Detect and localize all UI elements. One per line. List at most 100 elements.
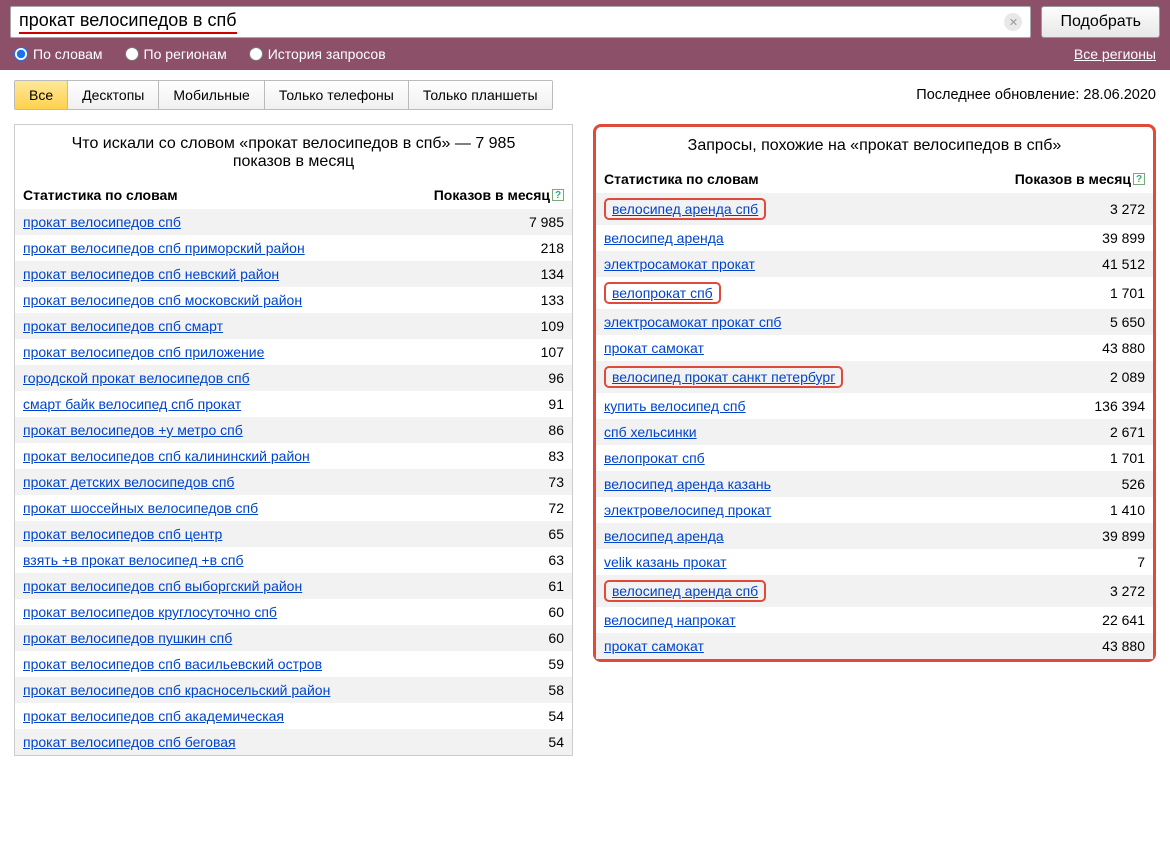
impressions-count: 83	[548, 448, 564, 464]
table-row: прокат велосипедов спб смарт109	[15, 313, 572, 339]
keyword-link[interactable]: велопрокат спб	[604, 450, 705, 466]
table-row: велосипед аренда 39 899	[596, 225, 1153, 251]
radio-label: По регионам	[144, 46, 227, 62]
keyword-link[interactable]: электросамокат прокат	[604, 256, 755, 272]
impressions-count: 3 272	[1110, 583, 1145, 599]
th-stats: Статистика по словам	[604, 171, 1015, 187]
impressions-count: 3 272	[1110, 201, 1145, 217]
radio-by-regions[interactable]: По регионам	[125, 46, 227, 62]
table-row: velik казань прокат 7	[596, 549, 1153, 575]
tab-mobile[interactable]: Мобильные	[159, 81, 265, 109]
keyword-link[interactable]: прокат велосипедов спб калининский район	[23, 448, 310, 464]
impressions-count: 65	[548, 526, 564, 542]
impressions-count: 1 701	[1110, 285, 1145, 301]
keyword-link[interactable]: прокат велосипедов спб приложение	[23, 344, 264, 360]
impressions-count: 7	[1137, 554, 1145, 570]
keyword-link[interactable]: прокат велосипедов круглосуточно спб	[23, 604, 277, 620]
radio-history[interactable]: История запросов	[249, 46, 386, 62]
table-row: прокат самокат43 880	[596, 335, 1153, 361]
table-row: велосипед прокат санкт петербург2 089	[596, 361, 1153, 393]
panel-title: Запросы, похожие на «прокат велосипедов …	[596, 127, 1153, 167]
keyword-link[interactable]: смарт байк велосипед спб прокат	[23, 396, 241, 412]
keyword-link[interactable]: прокат шоссейных велосипедов спб	[23, 500, 258, 516]
search-input-wrap[interactable]: прокат велосипедов в спб ✕	[10, 6, 1031, 38]
impressions-count: 72	[548, 500, 564, 516]
table-row: прокат велосипедов спб приложение107	[15, 339, 572, 365]
panel-title: Что искали со словом «прокат велосипедов…	[15, 125, 572, 183]
device-tab-group: Все Десктопы Мобильные Только телефоны Т…	[14, 80, 553, 110]
table-row: прокат велосипедов спб приморский район 2…	[15, 235, 572, 261]
radio-by-words-input[interactable]	[14, 47, 28, 61]
th-impressions: Показов в месяц?	[434, 187, 564, 203]
keyword-link[interactable]: спб хельсинки	[604, 424, 697, 440]
last-update-label: Последнее обновление: 28.06.2020	[916, 87, 1156, 103]
keyword-link[interactable]: велосипед прокат санкт петербург	[604, 366, 843, 388]
region-link[interactable]: Все регионы	[1074, 46, 1156, 62]
help-icon[interactable]: ?	[552, 189, 564, 201]
keyword-link[interactable]: прокат велосипедов спб васильевский остр…	[23, 656, 322, 672]
keyword-link[interactable]: прокат велосипедов спб московский район	[23, 292, 302, 308]
keyword-link[interactable]: купить велосипед спб	[604, 398, 746, 414]
keyword-link[interactable]: электросамокат прокат спб	[604, 314, 781, 330]
impressions-count: 1 410	[1110, 502, 1145, 518]
radio-label: История запросов	[268, 46, 386, 62]
keyword-link[interactable]: велопрокат спб	[604, 282, 721, 304]
keyword-link[interactable]: прокат велосипедов спб академическая	[23, 708, 284, 724]
keyword-link[interactable]: прокат самокат	[604, 638, 704, 654]
keyword-link[interactable]: прокат велосипедов спб смарт	[23, 318, 223, 334]
keyword-link[interactable]: прокат велосипедов +у метро спб	[23, 422, 243, 438]
table-row: прокат велосипедов спб московский район1…	[15, 287, 572, 313]
keyword-link[interactable]: прокат велосипедов спб невский район	[23, 266, 279, 282]
keyword-link[interactable]: прокат велосипедов пушкин спб	[23, 630, 232, 646]
impressions-count: 73	[548, 474, 564, 490]
keyword-link[interactable]: прокат велосипедов спб красносельский ра…	[23, 682, 330, 698]
radio-history-input[interactable]	[249, 47, 263, 61]
search-bar: прокат велосипедов в спб ✕ Подобрать По …	[0, 0, 1170, 70]
tab-phones[interactable]: Только телефоны	[265, 81, 409, 109]
impressions-count: 39 899	[1102, 230, 1145, 246]
search-mode-radios: По словам По регионам История запросов В…	[10, 46, 1160, 66]
keyword-link[interactable]: велосипед аренда	[604, 528, 724, 544]
radio-by-regions-input[interactable]	[125, 47, 139, 61]
table-row: прокат велосипедов +у метро спб 86	[15, 417, 572, 443]
tab-tablets[interactable]: Только планшеты	[409, 81, 552, 109]
help-icon[interactable]: ?	[1133, 173, 1145, 185]
impressions-count: 218	[541, 240, 564, 256]
keyword-link[interactable]: электровелосипед прокат	[604, 502, 771, 518]
table-row: электросамокат прокат41 512	[596, 251, 1153, 277]
keyword-link[interactable]: velik казань прокат	[604, 554, 727, 570]
search-input[interactable]: прокат велосипедов в спб	[11, 6, 1004, 38]
keyword-link[interactable]: прокат велосипедов спб	[23, 214, 181, 230]
th-impressions: Показов в месяц?	[1015, 171, 1145, 187]
table-row: смарт байк велосипед спб прокат91	[15, 391, 572, 417]
keyword-link[interactable]: взять +в прокат велосипед +в спб	[23, 552, 244, 568]
impressions-count: 39 899	[1102, 528, 1145, 544]
tab-desktop[interactable]: Десктопы	[68, 81, 159, 109]
table-row: прокат велосипедов спб центр 65	[15, 521, 572, 547]
table-row: велосипед аренда спб 3 272	[596, 193, 1153, 225]
keyword-link[interactable]: велосипед аренда спб	[604, 580, 766, 602]
keyword-link[interactable]: городской прокат велосипедов спб	[23, 370, 250, 386]
keyword-link[interactable]: прокат велосипедов спб центр	[23, 526, 222, 542]
submit-button[interactable]: Подобрать	[1041, 6, 1160, 38]
table-header: Статистика по словам Показов в месяц?	[596, 167, 1153, 193]
impressions-count: 58	[548, 682, 564, 698]
keyword-link[interactable]: велосипед аренда казань	[604, 476, 771, 492]
keyword-link[interactable]: велосипед напрокат	[604, 612, 736, 628]
tab-all[interactable]: Все	[15, 81, 68, 109]
impressions-count: 60	[548, 630, 564, 646]
keyword-link[interactable]: прокат детских велосипедов спб	[23, 474, 234, 490]
keyword-link[interactable]: прокат велосипедов спб беговая	[23, 734, 236, 750]
keyword-link[interactable]: прокат велосипедов спб выборгский район	[23, 578, 302, 594]
keyword-link[interactable]: прокат велосипедов спб приморский район	[23, 240, 305, 256]
impressions-count: 86	[548, 422, 564, 438]
keyword-link[interactable]: прокат самокат	[604, 340, 704, 356]
radio-by-words[interactable]: По словам	[14, 46, 103, 62]
table-header: Статистика по словам Показов в месяц?	[15, 183, 572, 209]
keyword-link[interactable]: велосипед аренда	[604, 230, 724, 246]
keyword-link[interactable]: велосипед аренда спб	[604, 198, 766, 220]
table-row: велопрокат спб1 701	[596, 445, 1153, 471]
clear-icon[interactable]: ✕	[1004, 13, 1022, 31]
table-row: прокат велосипедов спб невский район134	[15, 261, 572, 287]
table-row: прокат велосипедов спб7 985	[15, 209, 572, 235]
